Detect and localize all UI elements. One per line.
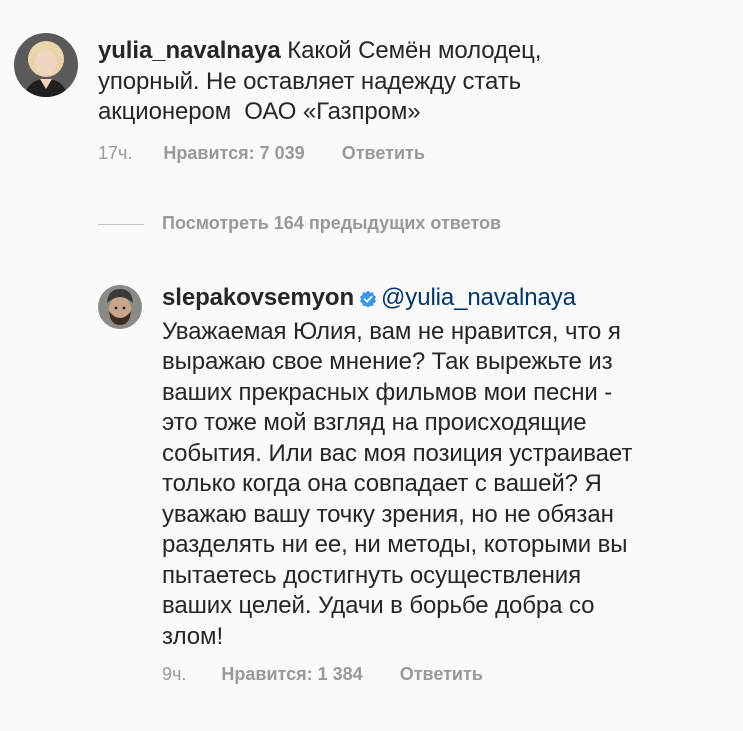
user-avatar-man-icon — [98, 285, 142, 329]
comments-thread: yulia_navalnaya Какой Семён молодец, упо… — [0, 0, 743, 731]
comment2-line-3: ваших прекрасных фильмов мои песни - — [162, 378, 613, 406]
user-avatar-woman-icon — [14, 33, 78, 97]
comment1-text-line2: упорный. Не оставляет надежду стать — [98, 67, 522, 95]
comment1-likes[interactable]: Нравится: 7 039 — [163, 143, 304, 163]
comment1-text-line3: акционером ОАО «Газпром» — [98, 98, 421, 125]
comment2-line-4: это тоже мой взгляд на происходящие — [162, 409, 587, 436]
comment1-time[interactable]: 17ч. — [98, 143, 132, 163]
verified-badge-icon — [359, 286, 377, 317]
comment2-line-2: выражаю свое мнение? Так вырежьте из — [162, 348, 613, 375]
view-previous-replies-button[interactable]: Посмотреть 164 предыдущих ответов — [162, 213, 501, 234]
comment1-reply-button[interactable]: Ответить — [342, 143, 425, 163]
comment2-username[interactable]: slepakovsemyon — [162, 284, 354, 311]
comment2-line-1: Уважаемая Юлия, вам не нравится, что я — [162, 317, 621, 345]
comment1-body: yulia_navalnaya Какой Семён молодец, упо… — [98, 36, 718, 128]
comment2-line-11: злом! — [162, 622, 224, 650]
comment2-body: slepakovsemyon @yulia_navalnaya Уважаемая… — [162, 283, 732, 652]
comment2-line-5: события. Или вас моя позиция устраивает — [162, 439, 633, 467]
comment2-line-6: только когда она совпадает с вашей? Я — [162, 470, 602, 497]
comment2-line-10: ваших целей. Удачи в борьбе добра со — [162, 592, 595, 619]
comment2-meta: 9ч. Нравится: 1 384 Ответить — [162, 664, 483, 685]
comment2-line-9: пытаетесь достигнуть осуществления — [162, 561, 582, 589]
comment2-time[interactable]: 9ч. — [162, 664, 186, 684]
replies-divider — [98, 224, 144, 225]
comment1-meta: 17ч. Нравится: 7 039 Ответить — [98, 143, 425, 164]
comment2-line-8: разделять ни ее, ни методы, которыми вы — [162, 531, 628, 558]
avatar-yulia[interactable] — [14, 33, 78, 97]
avatar-slepakov[interactable] — [98, 285, 142, 329]
comment2-reply-button[interactable]: Ответить — [400, 664, 483, 684]
comment1-username[interactable]: yulia_navalnaya — [98, 37, 281, 64]
comment1-text-line1: Какой Семён молодец, — [287, 37, 542, 64]
comment2-likes[interactable]: Нравится: 1 384 — [221, 664, 362, 684]
comment2-line-7: уважаю вашу точку зрения, но не обязан — [162, 500, 614, 528]
comment2-mention-link[interactable]: @yulia_navalnaya — [381, 284, 576, 311]
